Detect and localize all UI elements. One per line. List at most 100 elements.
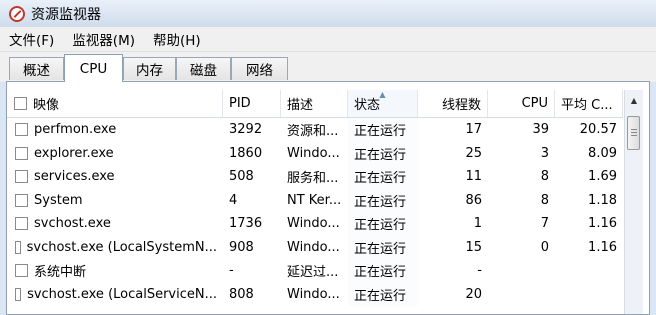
cell-pid: 808 — [229, 286, 254, 302]
process-name: perfmon.exe — [34, 122, 117, 138]
row-checkbox[interactable] — [15, 217, 28, 231]
menu-file[interactable]: 文件(F) — [0, 29, 63, 49]
cell-average-cpu: 20.57 — [579, 122, 617, 138]
cell-image: System — [7, 189, 223, 213]
tab-overview[interactable]: 概述 — [9, 57, 64, 80]
cell-image: svchost.exe (LocalSystemN... — [7, 236, 223, 260]
resource-monitor-icon — [9, 5, 25, 22]
grip-line — [631, 135, 637, 136]
scroll-thumb[interactable] — [627, 116, 640, 150]
menu-bar: 文件(F) 监视器(M) 帮助(H) — [0, 27, 656, 52]
cell-pid: 4 — [229, 192, 238, 208]
table-row[interactable]: System 4 NT Ker... 正在运行 86 8 1.18 — [7, 188, 623, 213]
cell-pid: - — [229, 263, 234, 279]
table-row[interactable]: explorer.exe 1860 Windo... 正在运行 25 3 8.09 — [7, 141, 623, 165]
column-header-threads[interactable]: 线程数 — [418, 90, 488, 117]
cell-average-cpu: 8.09 — [588, 145, 617, 161]
cell-average-cpu: 1.16 — [588, 239, 617, 255]
menu-help[interactable]: 帮助(H) — [144, 29, 210, 49]
cell-cpu: 8 — [540, 192, 549, 208]
cell-status: 正在运行 — [348, 188, 418, 212]
row-checkbox[interactable] — [15, 170, 28, 184]
cell-cpu: 7 — [540, 216, 549, 232]
row-checkbox[interactable] — [15, 264, 28, 278]
column-header-description[interactable]: 描述 — [281, 90, 348, 117]
cell-description: Windo... — [287, 145, 340, 161]
cell-cpu: 3 — [540, 145, 549, 161]
grip-line — [631, 129, 637, 130]
select-all-checkbox[interactable] — [14, 97, 27, 110]
process-name: 系统中断 — [34, 265, 87, 281]
process-name: System — [34, 192, 83, 208]
table-row[interactable]: 系统中断 - 延迟过... 正在运行 - — [7, 259, 623, 283]
row-checkbox[interactable] — [15, 240, 21, 254]
sort-ascending-icon: ▲ — [379, 90, 386, 99]
process-name: svchost.exe (LocalSystemN... — [26, 239, 217, 255]
table-row[interactable]: svchost.exe (LocalSystemN... 908 Windo... 正… — [7, 235, 623, 260]
menu-monitor[interactable]: 监视器(M) — [63, 29, 144, 49]
process-name: svchost.exe — [34, 216, 111, 232]
cell-description: 延迟过... — [287, 265, 339, 281]
table-header: 映像 PID 描述 ▲ 状态 线程数 CPU 平均 C... — [7, 90, 623, 118]
cell-pid: 508 — [229, 169, 254, 185]
processes-panel: 映像 PID 描述 ▲ 状态 线程数 CPU 平均 C... perfmon.e… — [6, 81, 650, 315]
cell-description: 服务和... — [287, 171, 339, 187]
cell-threads: 86 — [465, 192, 482, 208]
cell-status: 正在运行 — [348, 259, 418, 283]
row-checkbox[interactable] — [15, 193, 28, 207]
cell-status: 正在运行 — [348, 212, 418, 236]
column-header-pid[interactable]: PID — [223, 90, 281, 117]
column-header-average-cpu[interactable]: 平均 C... — [555, 90, 623, 117]
cell-description: NT Ker... — [287, 192, 342, 208]
cell-threads: - — [477, 263, 482, 279]
process-name: explorer.exe — [34, 145, 114, 161]
cell-image: perfmon.exe — [7, 118, 223, 142]
cell-image: svchost.exe (LocalServiceN... — [7, 283, 223, 307]
cell-image: 系统中断 — [7, 259, 223, 283]
cell-status: 正在运行 — [348, 235, 418, 259]
cell-cpu: 8 — [540, 169, 549, 185]
row-checkbox[interactable] — [15, 146, 28, 160]
cell-average-cpu: 1.18 — [588, 192, 617, 208]
cell-description: Windo... — [287, 216, 340, 232]
row-checkbox[interactable] — [15, 123, 28, 137]
cell-status: 正在运行 — [348, 165, 418, 189]
cell-description: Windo... — [287, 286, 340, 302]
cell-average-cpu — [555, 259, 623, 283]
cell-average-cpu: 1.69 — [588, 169, 617, 185]
cell-threads: 11 — [465, 169, 482, 185]
table-row[interactable]: perfmon.exe 3292 资源和... 正在运行 17 39 20.57 — [7, 118, 623, 142]
cell-cpu — [488, 259, 555, 283]
cell-description: Windo... — [287, 239, 340, 255]
tab-memory[interactable]: 内存 — [123, 57, 176, 80]
cell-threads: 15 — [465, 239, 482, 255]
cell-cpu — [488, 283, 555, 307]
cell-status: 正在运行 — [348, 141, 418, 165]
cell-average-cpu: 1.16 — [588, 216, 617, 232]
tab-bar: 概述 CPU 内存 磁盘 网络 — [0, 52, 656, 82]
cell-pid: 3292 — [229, 122, 263, 138]
cell-threads: 1 — [473, 216, 482, 232]
table-row[interactable]: svchost.exe (LocalServiceN... 808 Windo...… — [7, 282, 623, 307]
tab-disk[interactable]: 磁盘 — [176, 57, 231, 80]
title-bar: 资源监视器 — [0, 0, 656, 27]
column-header-image[interactable]: 映像 — [7, 90, 223, 117]
tab-cpu[interactable]: CPU — [64, 54, 123, 82]
tab-network[interactable]: 网络 — [231, 57, 288, 80]
vertical-scrollbar[interactable]: ▲ — [624, 90, 643, 314]
cell-pid: 1860 — [229, 145, 263, 161]
table-row[interactable]: svchost.exe 1736 Windo... 正在运行 1 7 1.16 — [7, 212, 623, 236]
cell-cpu: 39 — [532, 122, 549, 138]
column-header-status[interactable]: ▲ 状态 — [348, 90, 418, 117]
cell-average-cpu — [555, 283, 623, 307]
cell-status: 正在运行 — [348, 282, 418, 306]
scroll-up-arrow-icon[interactable]: ▲ — [625, 90, 643, 110]
cell-image: services.exe — [7, 165, 223, 189]
row-checkbox[interactable] — [15, 287, 22, 301]
cell-threads: 17 — [465, 122, 482, 138]
cell-status: 正在运行 — [348, 118, 418, 142]
process-name: svchost.exe (LocalServiceN... — [27, 286, 217, 302]
column-header-cpu[interactable]: CPU — [488, 90, 555, 117]
cell-pid: 908 — [229, 239, 254, 255]
table-row[interactable]: services.exe 508 服务和... 正在运行 11 8 1.69 — [7, 165, 623, 189]
